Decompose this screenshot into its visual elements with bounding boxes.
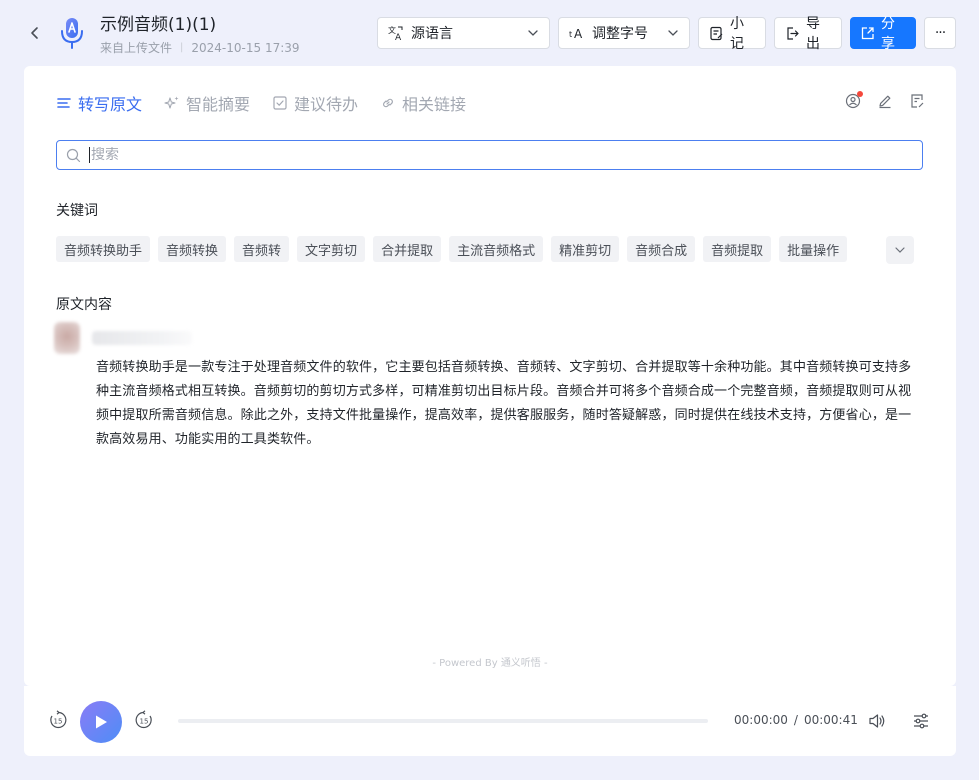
lines-icon <box>57 98 71 108</box>
transcript-search[interactable] <box>56 140 923 170</box>
tab-todos[interactable]: 建议待办 <box>272 92 358 114</box>
total-time: 00:00:41 <box>803 713 858 727</box>
svg-text:t: t <box>569 30 572 39</box>
keyword-tag[interactable]: 合并提取 <box>373 236 442 262</box>
share-label: 分享 <box>881 16 895 52</box>
keyword-tag[interactable]: 音频转换 <box>158 236 227 262</box>
note-button[interactable]: 小记 <box>698 16 766 52</box>
avatar <box>54 322 80 354</box>
translate-icon: 文 A <box>388 25 404 41</box>
current-time: 00:00:00 <box>734 713 788 727</box>
note-label: 小记 <box>730 16 744 52</box>
tab-label: 转写原文 <box>78 95 143 114</box>
export-button[interactable]: 导出 <box>774 16 842 52</box>
volume-button[interactable] <box>866 710 888 732</box>
content-tabs: 转写原文 智能摘要 建议待办 相关链接 <box>56 92 466 114</box>
play-button[interactable] <box>80 701 122 743</box>
share-icon <box>860 26 875 41</box>
keyword-tag[interactable]: 音频转换助手 <box>56 236 151 262</box>
tab-label: 相关链接 <box>402 95 467 114</box>
language-select-label: 源语言 <box>411 26 453 42</box>
chevron-left-icon <box>31 27 38 39</box>
svg-text:15: 15 <box>54 718 63 726</box>
font-size-select-label: 调整字号 <box>592 26 648 42</box>
chevron-down-icon <box>668 30 678 36</box>
original-content-heading: 原文内容 <box>56 297 112 313</box>
svg-text:A: A <box>574 27 583 41</box>
transcript-paragraph: 音频转换助手是一款专注于处理音频文件的软件，它主要包括音频转换、音频转、文字剪切… <box>96 360 912 447</box>
powered-by: - Powered By 通义听悟 - <box>432 658 548 669</box>
font-size-icon: t A <box>569 25 585 41</box>
svg-text:A: A <box>395 33 402 41</box>
sliders-icon <box>914 713 928 729</box>
tab-summary[interactable]: 智能摘要 <box>164 92 250 114</box>
document-meta: 来自上传文件 | 2024-10-15 17:39 <box>100 39 300 56</box>
tingwu-logo-icon <box>58 16 86 50</box>
tab-transcript[interactable]: 转写原文 <box>56 92 142 114</box>
play-icon <box>96 715 107 729</box>
tab-label: 智能摘要 <box>186 95 251 114</box>
share-button[interactable]: 分享 <box>850 16 916 52</box>
note-icon <box>709 26 724 41</box>
checkbox-icon <box>273 96 287 110</box>
keyword-tag[interactable]: 文字剪切 <box>297 236 366 262</box>
font-size-select[interactable]: t A 调整字号 <box>558 17 690 49</box>
keyword-tag[interactable]: 音频合成 <box>627 236 696 262</box>
pencil-icon <box>879 95 891 109</box>
keyword-list: 音频转换助手 音频转换 音频转 文字剪切 合并提取 主流音频格式 精准剪切 音频… <box>56 236 848 262</box>
edit-button[interactable] <box>876 92 894 110</box>
rewind-15-icon: 15 <box>50 710 67 729</box>
tab-label: 建议待办 <box>294 95 359 114</box>
transcript-card: 转写原文 智能摘要 建议待办 相关链接 搜索 关键词 音频转换助手 音频转换 音… <box>24 66 956 686</box>
forward-15-icon: 15 <box>135 710 152 729</box>
audio-player: 15 15 00:00:00 / 00:00:41 <box>24 686 956 756</box>
back-button[interactable] <box>24 22 46 44</box>
source-label: 来自上传文件 <box>100 41 173 55</box>
search-input[interactable] <box>89 147 922 163</box>
more-button[interactable]: ··· <box>924 17 956 49</box>
top-bar: 示例音频(1)(1) 来自上传文件 | 2024-10-15 17:39 文 A… <box>0 0 979 66</box>
speaker-settings-button[interactable] <box>844 91 863 110</box>
tab-links[interactable]: 相关链接 <box>380 92 466 114</box>
keywords-expand-button[interactable] <box>886 236 914 264</box>
rewind-15-button[interactable]: 15 <box>48 710 68 730</box>
notification-dot <box>857 91 863 97</box>
keyword-tag[interactable]: 主流音频格式 <box>449 236 544 262</box>
svg-text:15: 15 <box>140 718 149 726</box>
card-toolbar <box>844 91 926 110</box>
speaker-header <box>54 322 192 354</box>
notes-panel-button[interactable] <box>908 92 926 110</box>
volume-icon <box>869 714 885 728</box>
keyword-tag[interactable]: 音频转 <box>234 236 290 262</box>
title-block: 示例音频(1)(1) 来自上传文件 | 2024-10-15 17:39 <box>100 14 300 56</box>
keyword-tag[interactable]: 音频提取 <box>703 236 772 262</box>
more-dots-icon: ··· <box>934 25 946 41</box>
search-icon <box>66 148 81 162</box>
speaker-name-blurred <box>92 331 192 345</box>
chevron-down-icon <box>895 247 905 253</box>
playback-progress-bar[interactable] <box>178 719 708 723</box>
meta-separator: | <box>180 42 184 53</box>
source-language-select[interactable]: 文 A 源语言 <box>377 17 550 49</box>
link-icon <box>383 98 393 108</box>
document-title: 示例音频(1)(1) <box>100 15 217 35</box>
forward-15-button[interactable]: 15 <box>134 710 154 730</box>
keyword-tag[interactable]: 精准剪切 <box>551 236 620 262</box>
keywords-heading: 关键词 <box>56 203 98 219</box>
time-display: 00:00:00 / 00:00:41 <box>734 713 858 727</box>
time-separator: / <box>793 713 798 727</box>
created-datetime: 2024-10-15 17:39 <box>191 40 300 55</box>
playback-settings-button[interactable] <box>910 710 932 732</box>
document-edit-icon <box>911 94 924 108</box>
sparkle-icon <box>164 96 179 109</box>
chevron-down-icon <box>528 30 538 36</box>
export-label: 导出 <box>806 16 820 52</box>
export-icon <box>785 26 800 41</box>
keyword-tag[interactable]: 批量操作 <box>779 236 848 262</box>
